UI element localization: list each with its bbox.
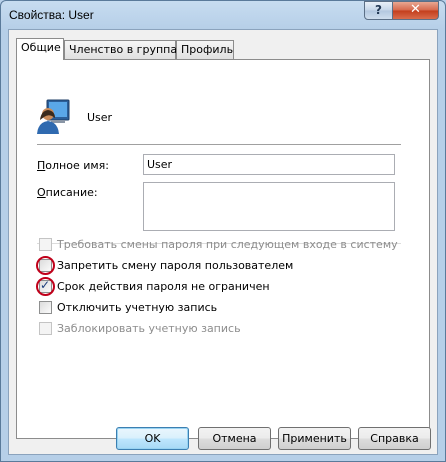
disable-account-label: Отключить учетную запись — [57, 301, 218, 314]
question-icon: ? — [375, 3, 382, 17]
user-name-heading: User — [87, 111, 113, 124]
tab-general[interactable]: Общие — [16, 38, 64, 60]
tab-group-membership[interactable]: Членство в группах — [64, 40, 184, 59]
help-title-button[interactable]: ? — [364, 1, 393, 20]
password-never-expires-label: Срок действия пароля не ограничен — [57, 280, 270, 293]
full-name-label-text: олное имя: — [45, 159, 109, 172]
close-button[interactable]: ✕ — [392, 1, 439, 20]
separator-top — [37, 144, 401, 145]
description-field[interactable] — [143, 182, 395, 231]
description-label: Описание: — [37, 186, 98, 199]
highlight-circle — [36, 277, 55, 296]
tab-group-membership-label: Членство в группах — [69, 43, 184, 56]
require-password-change-label: Требовать смены пароля при следующем вхо… — [57, 238, 398, 251]
dialog-client-area: Общие Членство в группах Профиль User По… — [8, 29, 438, 455]
prohibit-password-change-label: Запретить смену пароля пользователем — [57, 259, 294, 272]
general-tab-panel: User Полное имя: User Описание: Требоват… — [16, 59, 430, 439]
lock-account-checkbox[interactable] — [39, 322, 52, 335]
close-icon: ✕ — [410, 2, 421, 17]
title-bar[interactable]: Свойства: User ? ✕ — [1, 1, 445, 29]
highlight-circle — [36, 256, 55, 275]
ok-button[interactable]: OK — [116, 427, 189, 450]
full-name-label: Полное имя: — [37, 159, 109, 172]
disable-account-checkbox[interactable] — [39, 301, 52, 314]
window-title: Свойства: User — [9, 8, 94, 22]
lock-account-label: Заблокировать учетную запись — [57, 322, 241, 335]
full-name-field[interactable]: User — [143, 154, 395, 175]
cancel-button[interactable]: Отмена — [198, 427, 271, 450]
tab-general-label: Общие — [21, 41, 61, 54]
user-avatar-icon — [37, 99, 70, 134]
require-password-change-checkbox[interactable] — [39, 238, 52, 251]
description-label-text: писание: — [45, 186, 98, 199]
help-button[interactable]: Справка — [358, 427, 431, 450]
tab-profile[interactable]: Профиль — [176, 40, 234, 59]
tab-profile-label: Профиль — [181, 43, 234, 56]
apply-button[interactable]: Применить — [278, 427, 351, 450]
properties-dialog: Свойства: User ? ✕ Общие Членство в груп… — [0, 0, 446, 462]
